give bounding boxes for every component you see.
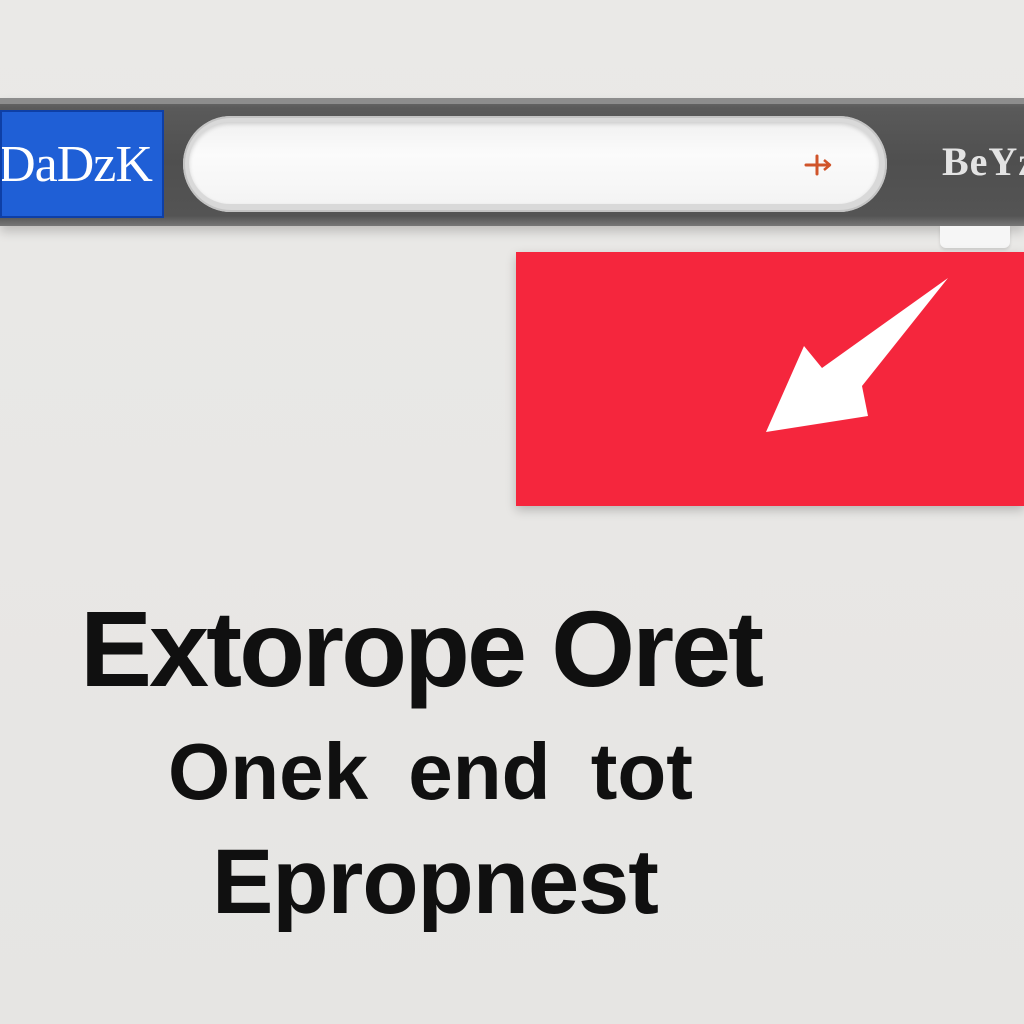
app-logo[interactable]: DaDzK — [0, 110, 164, 218]
headline-line-2: Onek end tot — [168, 727, 693, 816]
search-bar — [183, 116, 887, 212]
toolbar-right-label[interactable]: BeYz — [942, 138, 1024, 185]
headline-line-3: Epropnest — [212, 831, 659, 933]
search-input[interactable] — [189, 122, 879, 204]
page: DaDzK BeYz Extorope Oret Onek end tot Ep… — [0, 0, 1024, 1024]
logo-text: DaDzK — [0, 135, 153, 193]
top-toolbar: DaDzK BeYz — [0, 98, 1024, 226]
headline-line-1: Extorope Oret — [80, 588, 764, 709]
plus-arrow-icon[interactable] — [803, 150, 833, 180]
arrow-down-left-icon — [766, 278, 948, 432]
toolbar-tab-edge — [940, 226, 1010, 248]
red-action-card[interactable] — [516, 252, 1024, 506]
